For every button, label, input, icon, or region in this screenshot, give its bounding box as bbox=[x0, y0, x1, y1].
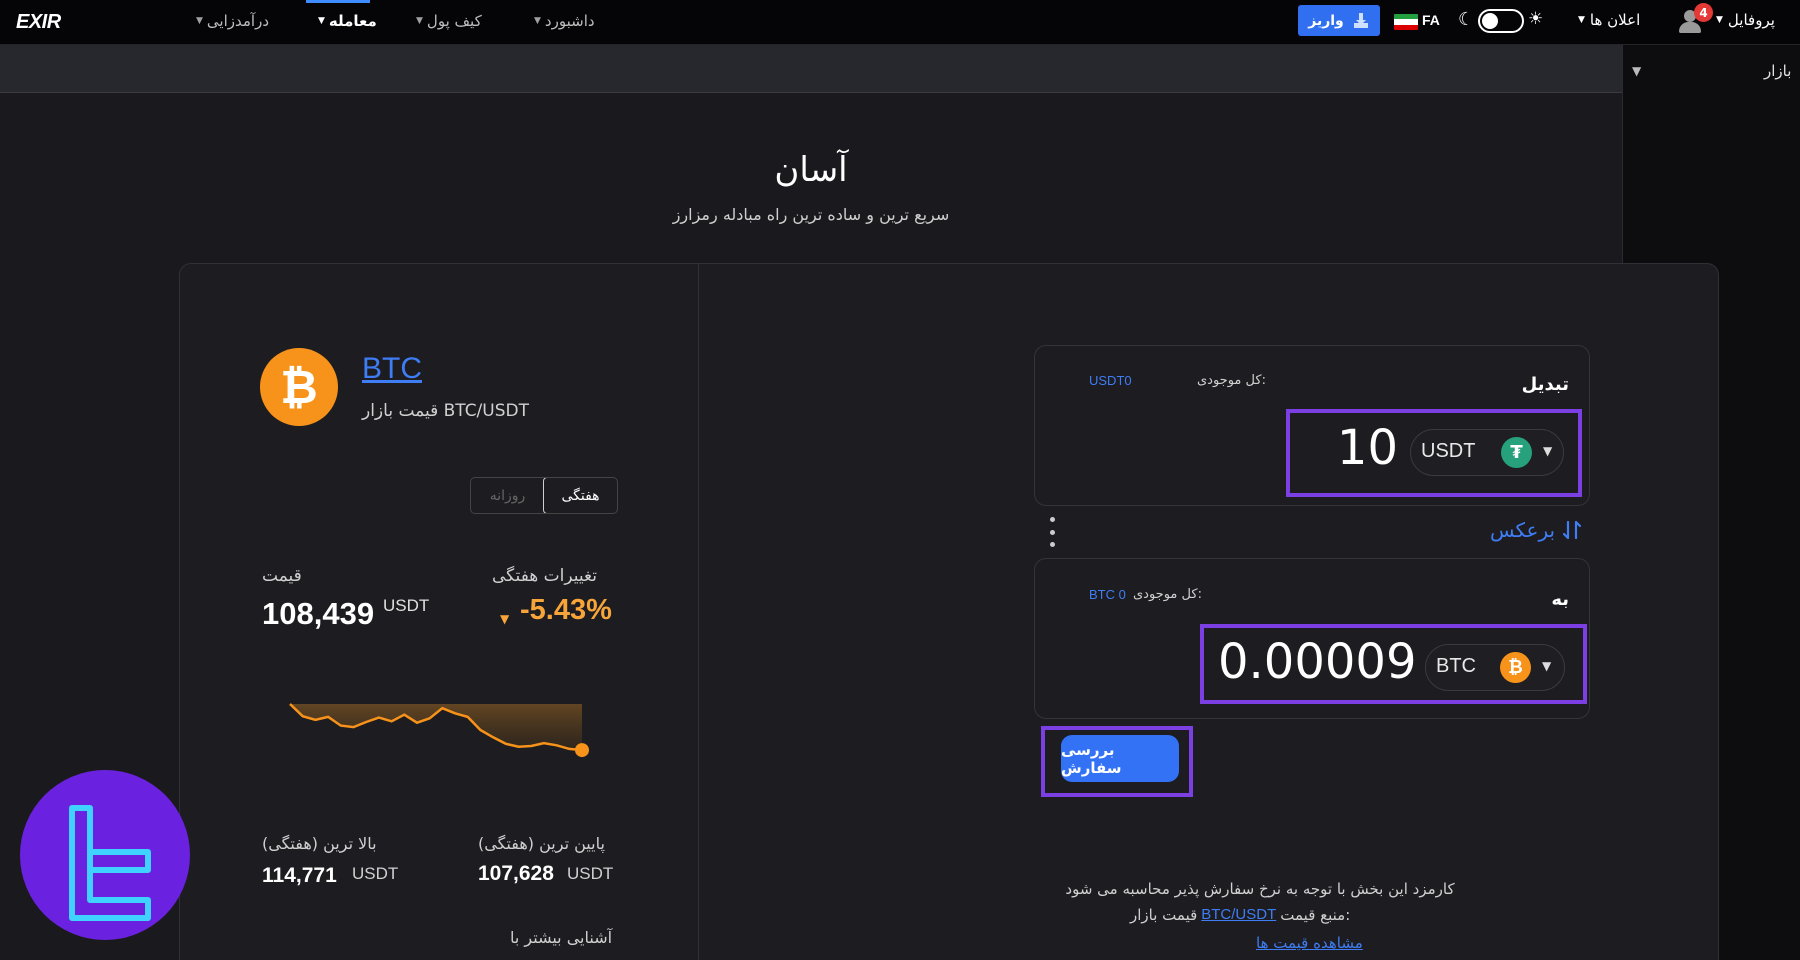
exir-logo[interactable]: EXIR bbox=[16, 11, 61, 34]
period-tabs: هفتگی روزانه bbox=[470, 477, 618, 514]
see-prices-link[interactable]: مشاهده قیمت ها bbox=[1256, 934, 1363, 952]
nav-item-notifications[interactable]: ▼ اعلان ها bbox=[1578, 11, 1640, 29]
nav-item-label: اعلان ها bbox=[1589, 11, 1641, 29]
reverse-button[interactable]: برعکس bbox=[1490, 518, 1583, 542]
swap-arrows-icon bbox=[1562, 520, 1582, 540]
balance-label: کل موجودی: bbox=[1133, 587, 1202, 602]
weekly-change-value: -5.43% bbox=[520, 594, 612, 626]
coin-link[interactable]: BTC bbox=[362, 352, 422, 386]
nav-item-earn[interactable]: ▼ درآمدزایی bbox=[196, 12, 269, 30]
nav-item-label: کیف پول bbox=[426, 12, 482, 30]
theme-toggle[interactable] bbox=[1478, 9, 1524, 33]
chevron-down-icon: ▼ bbox=[196, 16, 203, 26]
nav-item-wallet[interactable]: ▼ کیف پول bbox=[416, 12, 482, 30]
price-unit: USDT bbox=[383, 596, 430, 615]
review-order-button[interactable]: بررسی سفارش bbox=[1061, 735, 1179, 782]
from-amount-input[interactable]: 10 bbox=[1318, 420, 1398, 476]
more-options-icon[interactable] bbox=[1050, 517, 1055, 547]
page-subtitle: سریع ترین و ساده ترین راه مبادله رمزارز bbox=[672, 205, 950, 224]
chevron-down-icon[interactable]: ▼ bbox=[1632, 64, 1641, 78]
to-amount-input[interactable]: 0.00009 bbox=[1218, 634, 1417, 690]
price-source-link[interactable]: BTC/USDT bbox=[1201, 906, 1276, 924]
card-divider bbox=[698, 264, 699, 960]
nav-item-label: پروفایل bbox=[1727, 11, 1775, 29]
balance-value[interactable]: USDT0 bbox=[1089, 373, 1132, 388]
weekly-change-label: تغییرات هفتگی bbox=[492, 566, 597, 586]
weekly-price-chart bbox=[289, 703, 589, 758]
convert-from-title: تبدیل bbox=[1521, 374, 1569, 395]
bitcoin-icon: ₿ bbox=[260, 348, 338, 426]
chevron-down-icon: ▼ bbox=[1578, 15, 1585, 25]
price-source-label: منبع قیمت: bbox=[1280, 906, 1351, 924]
sun-icon: ☀ bbox=[1528, 9, 1544, 29]
coin-name: USDT bbox=[1421, 440, 1476, 462]
nav-item-trade[interactable]: ▼ معامله bbox=[318, 12, 377, 30]
top-navbar: EXIR ▼ درآمدزایی ▼ معامله ▼ کیف پول ▼ دا… bbox=[0, 0, 1800, 45]
price-source: منبع قیمت: BTC/USDT قیمت بازار bbox=[1130, 906, 1350, 924]
fee-note: کارمزد این بخش با توجه به نرخ سفارش پذیر… bbox=[1065, 880, 1455, 898]
weekly-high-value: 114,771 bbox=[262, 864, 337, 887]
weekly-low-label: پایین ترین (هفتگی) bbox=[478, 834, 605, 853]
moon-icon: ☾ bbox=[1458, 9, 1475, 30]
market-price-label: قیمت بازار BTC/USDT bbox=[362, 401, 529, 421]
coin-name: BTC bbox=[1436, 655, 1476, 677]
weekly-high-label: بالا ترین (هفتگی) bbox=[262, 834, 377, 853]
price-source-suffix: قیمت بازار bbox=[1130, 906, 1198, 924]
from-coin-select[interactable]: USDT ₮ ▼ bbox=[1410, 429, 1564, 476]
active-nav-indicator bbox=[306, 0, 370, 3]
tether-icon: ₮ bbox=[1501, 437, 1532, 468]
secondary-toolbar bbox=[0, 45, 1622, 93]
balance-label: کل موجودی: bbox=[1197, 373, 1266, 388]
deposit-button[interactable]: واریز bbox=[1298, 5, 1380, 36]
chevron-down-icon: ▼ bbox=[318, 16, 325, 26]
page-title: آسان bbox=[774, 150, 848, 190]
chevron-down-icon: ▼ bbox=[1542, 659, 1552, 673]
price-label: قیمت bbox=[262, 566, 302, 586]
nav-item-label: داشبورد bbox=[544, 12, 595, 30]
language-selector[interactable]: FA bbox=[1422, 12, 1440, 28]
nav-item-label: درآمدزایی bbox=[206, 12, 270, 30]
to-coin-select[interactable]: BTC ₿ ▼ bbox=[1425, 644, 1565, 691]
weekly-low-value: 107,628 bbox=[478, 862, 554, 885]
avatar[interactable]: 4 bbox=[1676, 3, 1713, 36]
weekly-high-unit: USDT bbox=[352, 864, 399, 883]
tab-weekly[interactable]: هفتگی bbox=[543, 478, 617, 513]
convert-to-title: به bbox=[1551, 589, 1569, 610]
bitcoin-icon: ₿ bbox=[1500, 652, 1531, 683]
chevron-down-icon: ▼ bbox=[416, 16, 423, 26]
reverse-label: برعکس bbox=[1490, 518, 1556, 542]
balance-value[interactable]: BTC 0 bbox=[1089, 587, 1126, 602]
chevron-down-icon: ▼ bbox=[1716, 15, 1723, 25]
watermark-logo-icon bbox=[69, 805, 151, 921]
deposit-label: واریز bbox=[1308, 12, 1344, 29]
weekly-low-unit: USDT bbox=[567, 864, 614, 883]
tradingfinder-logo bbox=[20, 770, 190, 940]
price-value: 108,439 bbox=[262, 596, 375, 631]
notification-badge: 4 bbox=[1694, 3, 1713, 22]
market-dropdown-label[interactable]: بازار bbox=[1764, 62, 1791, 80]
learn-more-text: آشنایی بیشتر با bbox=[510, 928, 613, 947]
chevron-down-icon: ▼ bbox=[1543, 444, 1553, 458]
nav-item-dashboard[interactable]: ▼ داشبورد bbox=[534, 12, 595, 30]
nav-item-profile[interactable]: ▼ پروفایل bbox=[1716, 11, 1775, 29]
tab-daily[interactable]: روزانه bbox=[471, 478, 544, 513]
caret-down-icon: ▼ bbox=[500, 612, 510, 626]
download-icon bbox=[1353, 12, 1368, 28]
chart-last-point bbox=[575, 743, 589, 758]
iran-flag-icon[interactable] bbox=[1394, 14, 1418, 30]
chevron-down-icon: ▼ bbox=[534, 16, 541, 26]
nav-item-label: معامله bbox=[328, 12, 377, 30]
